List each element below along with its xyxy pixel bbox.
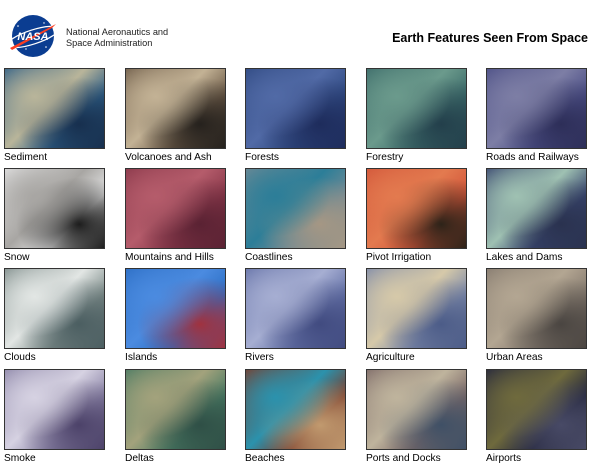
- feature-image-mountains-and-hills[interactable]: [125, 168, 226, 249]
- feature-tile[interactable]: Coastlines: [245, 168, 346, 264]
- feature-tile[interactable]: Pivot Irrigation: [366, 168, 467, 264]
- feature-tile[interactable]: Urban Areas: [486, 268, 587, 364]
- feature-image-coastlines[interactable]: [245, 168, 346, 249]
- feature-tile[interactable]: Beaches: [245, 369, 346, 465]
- feature-tile[interactable]: Lakes and Dams: [486, 168, 587, 264]
- feature-tile[interactable]: Roads and Railways: [486, 68, 587, 164]
- feature-image-deltas[interactable]: [125, 369, 226, 450]
- feature-tile[interactable]: Clouds: [4, 268, 105, 364]
- feature-label: Sediment: [4, 152, 48, 163]
- feature-tile[interactable]: Smoke: [4, 369, 105, 465]
- feature-label: Roads and Railways: [486, 152, 579, 163]
- feature-label: Deltas: [125, 453, 154, 464]
- feature-label: Beaches: [245, 453, 285, 464]
- agency-line-2: Space Administration: [66, 38, 153, 48]
- feature-label: Pivot Irrigation: [366, 252, 432, 263]
- feature-label: Ports and Docks: [366, 453, 441, 464]
- nasa-logo: NASA: [6, 15, 60, 57]
- feature-tile[interactable]: Ports and Docks: [366, 369, 467, 465]
- feature-image-roads-and-railways[interactable]: [486, 68, 587, 149]
- feature-grid: Sediment Volcanoes and Ash Forests Forestry…: [4, 68, 600, 468]
- feature-image-clouds[interactable]: [4, 268, 105, 349]
- feature-label: Airports: [486, 453, 522, 464]
- feature-tile[interactable]: Volcanoes and Ash: [125, 68, 226, 164]
- agency-name: National Aeronautics and Space Administr…: [66, 27, 168, 49]
- feature-label: Volcanoes and Ash: [125, 152, 212, 163]
- feature-label: Mountains and Hills: [125, 252, 214, 263]
- feature-image-rivers[interactable]: [245, 268, 346, 349]
- feature-tile[interactable]: Agriculture: [366, 268, 467, 364]
- feature-label: Lakes and Dams: [486, 252, 563, 263]
- feature-image-islands[interactable]: [125, 268, 226, 349]
- feature-image-beaches[interactable]: [245, 369, 346, 450]
- feature-image-volcanoes-and-ash[interactable]: [125, 68, 226, 149]
- feature-image-airports[interactable]: [486, 369, 587, 450]
- feature-label: Forestry: [366, 152, 404, 163]
- feature-tile[interactable]: Sediment: [4, 68, 105, 164]
- feature-image-pivot-irrigation[interactable]: [366, 168, 467, 249]
- feature-tile[interactable]: Airports: [486, 369, 587, 465]
- feature-tile[interactable]: Forests: [245, 68, 346, 164]
- feature-tile[interactable]: Islands: [125, 268, 226, 364]
- page-header: NASA National Aeronautics and Space Admi…: [0, 0, 600, 64]
- feature-image-lakes-and-dams[interactable]: [486, 168, 587, 249]
- feature-tile[interactable]: Rivers: [245, 268, 346, 364]
- feature-image-agriculture[interactable]: [366, 268, 467, 349]
- feature-tile[interactable]: Mountains and Hills: [125, 168, 226, 264]
- feature-image-snow[interactable]: [4, 168, 105, 249]
- feature-image-sediment[interactable]: [4, 68, 105, 149]
- feature-image-urban-areas[interactable]: [486, 268, 587, 349]
- agency-line-1: National Aeronautics and: [66, 27, 169, 37]
- feature-label: Rivers: [245, 352, 274, 363]
- page-title: Earth Features Seen From Space: [392, 31, 588, 45]
- feature-label: Snow: [4, 252, 30, 263]
- feature-label: Islands: [125, 352, 158, 363]
- feature-tile[interactable]: Forestry: [366, 68, 467, 164]
- feature-label: Coastlines: [245, 252, 293, 263]
- feature-image-smoke[interactable]: [4, 369, 105, 450]
- feature-image-ports-and-docks[interactable]: [366, 369, 467, 450]
- feature-label: Urban Areas: [486, 352, 543, 363]
- feature-label: Smoke: [4, 453, 36, 464]
- nasa-logo-text: NASA: [17, 31, 48, 43]
- feature-image-forestry[interactable]: [366, 68, 467, 149]
- feature-tile[interactable]: Deltas: [125, 369, 226, 465]
- feature-label: Clouds: [4, 352, 36, 363]
- feature-image-forests[interactable]: [245, 68, 346, 149]
- feature-tile[interactable]: Snow: [4, 168, 105, 264]
- feature-label: Agriculture: [366, 352, 415, 363]
- feature-label: Forests: [245, 152, 279, 163]
